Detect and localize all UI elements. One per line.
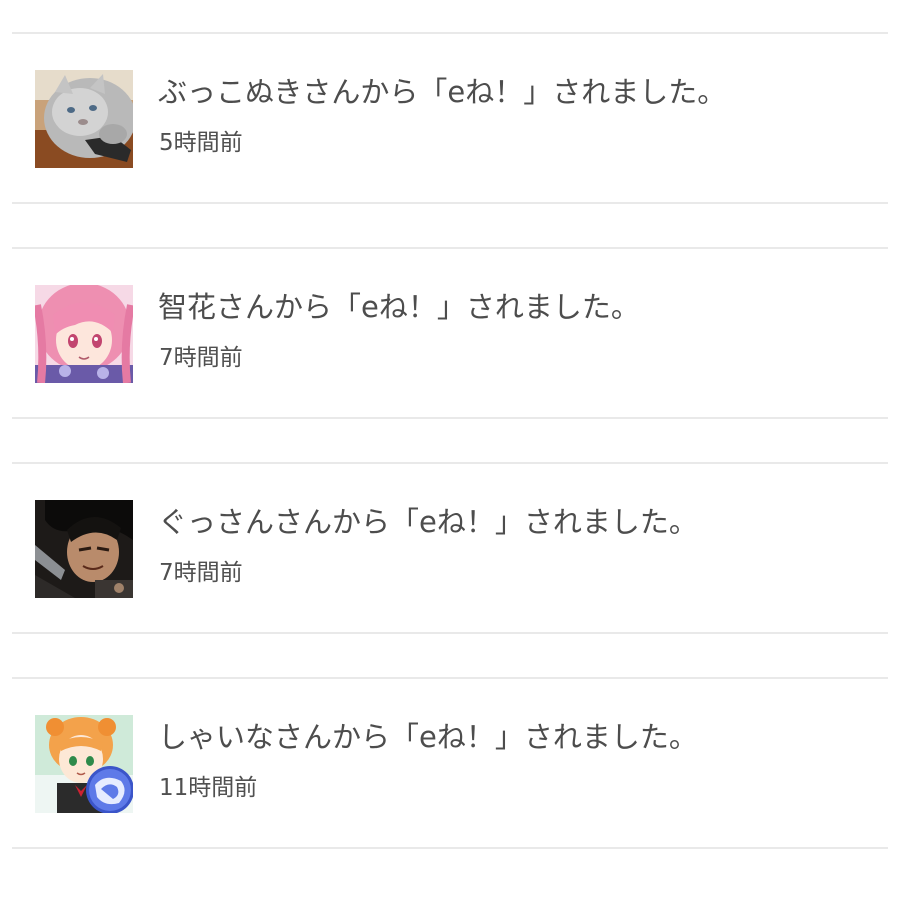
pink-hair-anime-girl-avatar-icon[interactable] <box>35 285 133 383</box>
notification-list: ぶっこぬきさんから「eね！」されました。 5時間前 智花さんから「eね！」されま… <box>12 32 888 892</box>
orange-hair-anime-girl-avatar-icon[interactable] <box>35 715 133 813</box>
notification-item[interactable]: しゃいなさんから「eね！」されました。 11時間前 <box>12 677 888 849</box>
dark-hair-anime-warrior-avatar-icon[interactable] <box>35 500 133 598</box>
notification-message: ぐっさんさんから「eね！」されました。 <box>158 505 698 539</box>
notification-timestamp: 11時間前 <box>159 775 258 801</box>
notification-message: 智花さんから「eね！」されました。 <box>158 290 640 324</box>
notification-timestamp: 7時間前 <box>159 560 243 586</box>
notification-item[interactable]: 智花さんから「eね！」されました。 7時間前 <box>12 247 888 419</box>
notification-item[interactable]: ぐっさんさんから「eね！」されました。 7時間前 <box>12 462 888 634</box>
notification-item[interactable]: ぶっこぬきさんから「eね！」されました。 5時間前 <box>12 32 888 204</box>
notification-timestamp: 5時間前 <box>159 130 243 156</box>
notification-message: しゃいなさんから「eね！」されました。 <box>158 720 698 754</box>
gray-cat-avatar-icon[interactable] <box>35 70 133 168</box>
notification-message: ぶっこぬきさんから「eね！」されました。 <box>158 75 727 109</box>
notification-timestamp: 7時間前 <box>159 345 243 371</box>
